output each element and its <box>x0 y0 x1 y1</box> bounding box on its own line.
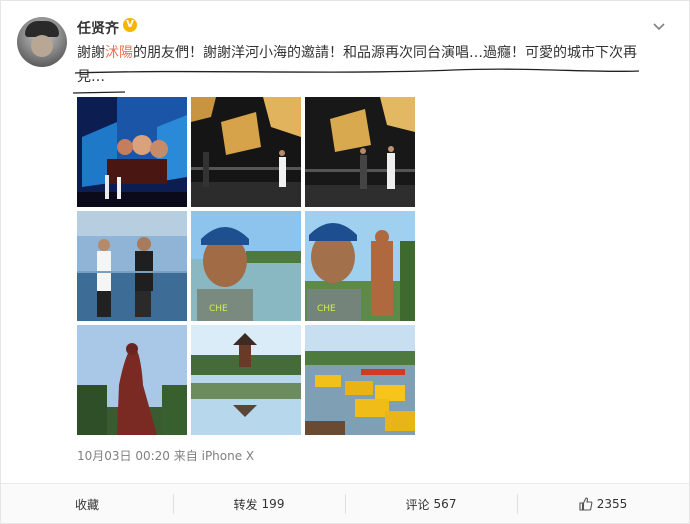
photo-concert-screen[interactable] <box>77 97 187 207</box>
comment-label: 评论 <box>405 497 430 512</box>
comment-count: 567 <box>433 497 457 511</box>
post-device: iPhone X <box>201 449 255 463</box>
verified-badge-icon: V <box>123 18 137 32</box>
svg-text:CHE: CHE <box>209 304 228 314</box>
comment-button[interactable]: 评论 567 <box>345 484 517 524</box>
photo-rehearsal-stage[interactable] <box>77 211 187 321</box>
favorite-label: 收藏 <box>74 497 99 512</box>
repost-label: 转发 <box>233 497 258 512</box>
chevron-down-icon[interactable] <box>651 19 667 35</box>
photo-boats-lake[interactable] <box>305 325 415 435</box>
photo-grid: CHE CHE <box>77 97 415 435</box>
weibo-post-card: 任贤齐 V 謝謝沭陽的朋友們！謝謝洋河小海的邀請！和品源再次同台演唱…過癮！可愛… <box>0 0 690 524</box>
action-bar: 收藏 转发 199 评论 567 2355 <box>1 483 689 523</box>
avatar-face-shape <box>31 35 53 57</box>
svg-text:CHE: CHE <box>317 304 336 314</box>
photo-selfie-statue[interactable]: CHE <box>305 211 415 321</box>
post-date[interactable]: 10月03日 00:20 <box>77 449 170 463</box>
post-source-label: 来自 <box>173 449 198 463</box>
like-button[interactable]: 2355 <box>517 484 689 524</box>
username-link[interactable]: 任贤齐 <box>77 18 119 38</box>
location-link[interactable]: 沭陽 <box>105 45 133 61</box>
post-text-before: 謝謝 <box>77 45 105 61</box>
like-count: 2355 <box>596 497 628 511</box>
favorite-button[interactable]: 收藏 <box>1 484 173 524</box>
post-text-after: 的朋友們！謝謝洋河小海的邀請！和品源再次同台演唱…過癮！可愛的城市下次再見… <box>77 45 637 85</box>
photo-selfie-lake[interactable]: CHE <box>191 211 301 321</box>
post-text: 謝謝沭陽的朋友們！謝謝洋河小海的邀請！和品源再次同台演唱…過癮！可愛的城市下次再… <box>77 41 647 89</box>
user-avatar[interactable] <box>17 17 67 67</box>
repost-button[interactable]: 转发 199 <box>173 484 345 524</box>
photo-statue-silhouette[interactable] <box>77 325 187 435</box>
post-meta: 10月03日 00:20 来自 iPhone X <box>77 447 254 464</box>
repost-count: 199 <box>261 497 285 511</box>
photo-pavilion-lake[interactable] <box>191 325 301 435</box>
photo-stage-night-1[interactable] <box>191 97 301 207</box>
thumbs-up-icon <box>579 497 593 511</box>
photo-stage-night-2[interactable] <box>305 97 415 207</box>
